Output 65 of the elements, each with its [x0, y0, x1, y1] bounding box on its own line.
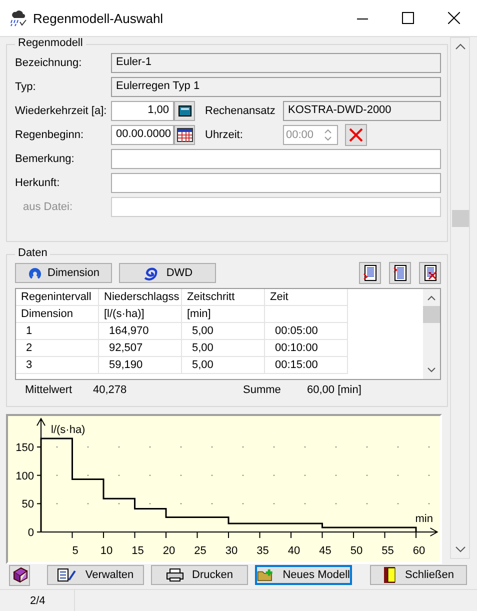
- x-tick-label: 40: [288, 545, 300, 557]
- x-tick-label: 35: [256, 545, 269, 557]
- y-tick-label: 0: [28, 527, 34, 539]
- action-button[interactable]: Neues Modell: [255, 565, 352, 585]
- action-button[interactable]: Drucken: [151, 565, 248, 585]
- table-cell: 3: [16, 357, 99, 374]
- summary-label: Summe: [243, 384, 282, 396]
- field-label: aus Datei:: [22, 201, 74, 213]
- table-cell: 00:05:00: [265, 323, 348, 340]
- toolbar-button[interactable]: DWD: [119, 263, 216, 283]
- toolbar-button[interactable]: Dimension: [15, 263, 112, 283]
- readonly-field: Eulerregen Typ 1: [111, 77, 441, 97]
- x-tick-label: 60: [412, 545, 426, 557]
- x-tick-label: 20: [162, 545, 176, 557]
- summary-value: 60,00 [min]: [307, 384, 362, 396]
- table-cell: 00:10:00: [265, 340, 348, 357]
- x-tick-label: 50: [350, 545, 363, 557]
- table-cell: 92,507: [99, 340, 182, 357]
- readonly-field: KOSTRA-DWD-2000: [283, 101, 441, 121]
- field-label: Rechenansatz: [205, 105, 276, 117]
- unit-cell: Dimension: [16, 306, 99, 323]
- action-button[interactable]: Schließen: [370, 565, 467, 585]
- field-label: Bezeichnung:: [15, 57, 83, 69]
- summary-value: 40,278: [93, 384, 128, 396]
- unit-cell: [l/(s·ha)]: [99, 306, 182, 323]
- x-tick-label: 5: [72, 545, 78, 557]
- field-label: Uhrzeit:: [205, 129, 244, 141]
- field-label: Regenbeginn:: [15, 129, 85, 141]
- x-axis-label: min: [415, 513, 433, 525]
- table-cell: 2: [16, 340, 99, 357]
- input-field[interactable]: 1,00: [111, 101, 174, 121]
- column-header: Zeitschritt: [182, 289, 265, 306]
- field-label: Bemerkung:: [15, 153, 76, 165]
- field-label: Typ:: [15, 81, 37, 93]
- x-tick-label: 45: [319, 545, 332, 557]
- field-label: Wiederkehrzeit [a]:: [15, 105, 108, 117]
- table-cell: 00:15:00: [265, 357, 348, 374]
- readonly-field: Euler-1: [111, 53, 441, 73]
- x-tick-label: 30: [225, 545, 238, 557]
- summary-label: Mittelwert: [25, 384, 74, 396]
- x-tick-label: 25: [194, 545, 206, 557]
- action-button[interactable]: Verwalten: [47, 565, 144, 585]
- table-cell: 164,970: [99, 323, 182, 340]
- column-header: Niederschlagss: [99, 289, 182, 306]
- x-tick-label: 10: [100, 545, 113, 557]
- input-field[interactable]: 00.00.0000: [111, 125, 174, 145]
- column-header: Regenintervall: [16, 289, 99, 306]
- table-cell: 5,00: [182, 340, 265, 357]
- unit-cell: [min]: [182, 306, 265, 323]
- table-cell: 1: [16, 323, 99, 340]
- table-cell: 5,00: [182, 323, 265, 340]
- y-tick-label: 150: [16, 442, 34, 454]
- status-text: 2/4: [30, 594, 46, 606]
- window-title: Regenmodell-Auswahl: [33, 10, 164, 26]
- table-cell: 5,00: [182, 357, 265, 374]
- group-title: Daten: [15, 247, 50, 259]
- y-tick-label: 100: [16, 470, 34, 482]
- x-tick-label: 15: [132, 545, 144, 557]
- group-title: Regenmodell: [15, 37, 86, 49]
- y-tick-label: 50: [22, 498, 34, 511]
- column-header: Zeit: [265, 289, 348, 306]
- x-tick-label: 55: [382, 545, 394, 557]
- y-axis-label: l/(s·ha): [51, 424, 86, 436]
- table-cell: 59,190: [99, 357, 182, 374]
- field-label: Herkunft:: [15, 177, 61, 189]
